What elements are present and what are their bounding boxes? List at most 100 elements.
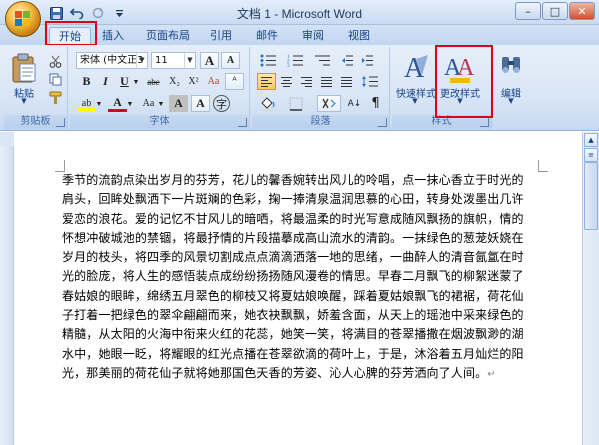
paste-icon[interactable] xyxy=(11,53,37,83)
numbering-button[interactable]: 123 xyxy=(284,52,308,69)
phonetic-guide-button[interactable]: ᴬ xyxy=(225,73,244,90)
binoculars-icon[interactable] xyxy=(499,53,523,81)
subscript-button[interactable]: X₂ xyxy=(165,73,184,90)
paragraph-line[interactable]: 爱恋的浪花。爱的记忆不甘风儿的暗哂，将最温柔的时光写意成随风飘扬的旗帜，情的 xyxy=(62,210,540,229)
chevron-down-icon[interactable]: ▼ xyxy=(136,53,147,68)
font-name-combo[interactable]: 宋体 (中文正3 ▼ xyxy=(76,52,148,69)
editing-group: 编辑 ▼ xyxy=(494,47,528,129)
paragraph-group: 123 A↓ ¶ 段落 xyxy=(252,47,390,129)
scroll-up-arrow-icon[interactable]: ▲ xyxy=(584,133,598,147)
shrink-font-button[interactable]: A xyxy=(221,52,240,69)
superscript-button[interactable]: X² xyxy=(184,73,203,90)
format-painter-icon[interactable] xyxy=(46,89,65,106)
align-center-icon xyxy=(281,75,292,89)
align-right-icon xyxy=(301,75,312,89)
cut-icon[interactable] xyxy=(46,53,65,70)
increase-indent-button[interactable] xyxy=(358,52,377,69)
character-shading-button[interactable]: A xyxy=(169,95,188,112)
tab-mailings[interactable]: 邮件 xyxy=(252,27,282,45)
minimize-button[interactable]: – xyxy=(515,2,541,20)
tab-references[interactable]: 引用 xyxy=(206,27,236,45)
close-button[interactable]: ✕ xyxy=(569,2,595,20)
chinese-layout-button[interactable] xyxy=(317,95,341,112)
ribbon: 粘贴 ▼ 剪贴板 宋体 (中文正3 ▼ 11 ▼ A A B I U ▼ abe… xyxy=(0,45,599,131)
grow-font-button[interactable]: A xyxy=(200,52,219,69)
maximize-button[interactable]: □ xyxy=(542,2,568,20)
font-name-value: 宋体 (中文正3 xyxy=(80,55,144,66)
decrease-indent-button[interactable] xyxy=(338,52,357,69)
font-color-dropdown-icon[interactable]: ▼ xyxy=(125,95,135,112)
chevron-down-icon[interactable]: ▼ xyxy=(184,53,195,68)
paragraph-line[interactable]: 子打着一把绿色的翠伞翩翩而来，她衣袂飘飘，娇羞含面，从天上的瑶池中采来绿色的 xyxy=(62,306,540,325)
paragraph-line[interactable]: 怀想冲破城池的禁锢，将最抒情的片段描摹成高山流水的清韵。一抹绿色的葱茏妖娆在 xyxy=(62,229,540,248)
paragraph-line[interactable]: 春姑娘的眼眸，绵绣五月翠色的柳枝又将夏姑娘唤醒，踩着夏姑娘飘飞的裙裾，荷花仙 xyxy=(62,287,540,306)
line-spacing-button[interactable] xyxy=(358,73,382,90)
align-center-button[interactable] xyxy=(277,73,296,90)
distributed-button[interactable] xyxy=(337,73,356,90)
vertical-ruler xyxy=(0,132,14,445)
font-size-value: 11 xyxy=(155,55,168,66)
tab-page-layout[interactable]: 页面布局 xyxy=(140,27,196,45)
document-body-text[interactable]: 季节的流韵点染出岁月的芬芳，花儿的馨香婉转出风儿的呤唱，点一抹心香立于时光的 肩头… xyxy=(62,171,540,384)
word-window: 文档 1 - Microsoft Word – □ ✕ 开始 插入 页面布局 引… xyxy=(0,0,599,445)
paragraph-line[interactable]: 光的脸庞，将人生的感悟装点成纷纷扬扬随风漫卷的情思。早春二月飘飞的柳絮迷蒙了 xyxy=(62,267,540,286)
scroll-thumb[interactable] xyxy=(584,162,598,230)
justify-button[interactable] xyxy=(317,73,336,90)
paragraph-group-label: 段落 xyxy=(252,115,389,129)
font-group: 宋体 (中文正3 ▼ 11 ▼ A A B I U ▼ abe X₂ X² Aa… xyxy=(70,47,250,129)
window-title: 文档 1 - Microsoft Word xyxy=(236,7,363,21)
clipboard-dialog-launcher[interactable] xyxy=(56,118,65,127)
paragraph-line[interactable]: 岁月的枝头，将四季的风景切割成点点滴滴洒落一地的思绪，一曲醉人的清音氤氲在时 xyxy=(62,248,540,267)
sort-button[interactable]: A↓ xyxy=(345,95,364,112)
tab-view[interactable]: 视图 xyxy=(344,27,374,45)
paragraph-line[interactable]: 精髓，从太阳的火海中衔来火红的花蕊，她笑一笑，将满目的苍翠播撒在烟波飘渺的湖 xyxy=(62,325,540,344)
tab-insert[interactable]: 插入 xyxy=(98,27,128,45)
enclose-characters-button[interactable]: 字 xyxy=(213,95,230,112)
editing-dropdown-icon[interactable]: ▼ xyxy=(504,97,518,105)
clipboard-group: 粘贴 ▼ 剪贴板 xyxy=(4,47,68,129)
paragraph-line[interactable]: 季节的流韵点染出岁月的芬芳，花儿的馨香婉转出风儿的呤唱，点一抹心香立于时光的 xyxy=(62,171,540,190)
office-logo-icon xyxy=(15,11,31,27)
strikethrough-button[interactable]: abe xyxy=(144,73,163,90)
window-controls: – □ ✕ xyxy=(515,2,595,20)
underline-dropdown-icon[interactable]: ▼ xyxy=(131,73,141,90)
highlight-dropdown-icon[interactable]: ▼ xyxy=(94,95,104,112)
quick-styles-dropdown-icon[interactable]: ▼ xyxy=(408,97,422,105)
svg-text:3: 3 xyxy=(287,64,290,67)
paragraph-mark: ↵ xyxy=(487,368,496,380)
font-size-combo[interactable]: 11 ▼ xyxy=(151,52,196,69)
paragraph-line[interactable]: 光，那美丽的荷花仙子就将她那国色天香的芳姿、沁人心脾的芬芳洒向了人间。↵ xyxy=(62,364,540,384)
tab-highlight-box xyxy=(45,21,97,46)
bullets-button[interactable] xyxy=(257,52,281,69)
change-case-dropdown-icon[interactable]: ▼ xyxy=(156,95,166,112)
shading-button[interactable] xyxy=(257,95,281,112)
multilevel-list-button[interactable] xyxy=(311,52,335,69)
clear-formatting-button[interactable]: Aa xyxy=(204,73,223,90)
quick-styles-icon[interactable]: A xyxy=(402,51,430,85)
ruler-corner[interactable] xyxy=(0,132,14,146)
ruler-toggle-icon[interactable]: ≡ xyxy=(584,148,598,162)
paste-dropdown-icon[interactable]: ▼ xyxy=(17,97,31,105)
copy-icon[interactable] xyxy=(46,71,65,88)
borders-button[interactable] xyxy=(285,95,309,112)
justify-icon xyxy=(321,75,332,89)
font-group-label: 字体 xyxy=(70,115,249,129)
paragraph-line[interactable]: 肩头，回眸处飘洒下一片斑斓的色彩，掬一捧清泉温润思慕的心田，转身处泼墨出几许 xyxy=(62,190,540,209)
vertical-scrollbar[interactable]: ▲ ≡ xyxy=(582,132,599,445)
align-right-button[interactable] xyxy=(297,73,316,90)
phonetic-guide-icon: ᴬ xyxy=(232,76,237,87)
styles-dialog-launcher[interactable] xyxy=(480,118,489,127)
change-styles-highlight-box xyxy=(435,45,493,118)
paragraph-line[interactable]: 水中，她眼一眨，将耀眼的红光点播在苍翠欲滴的荷叶上，于是，沐浴着五月灿烂的阳 xyxy=(62,345,540,364)
paragraph-dialog-launcher[interactable] xyxy=(378,118,387,127)
office-button[interactable] xyxy=(5,1,41,37)
character-border-button[interactable]: A xyxy=(191,95,210,112)
align-left-icon xyxy=(261,75,272,89)
show-marks-button[interactable]: ¶ xyxy=(366,95,385,112)
bold-button[interactable]: B xyxy=(77,73,96,90)
font-dialog-launcher[interactable] xyxy=(238,118,247,127)
distributed-icon xyxy=(341,75,352,89)
align-left-button[interactable] xyxy=(257,73,276,90)
italic-button[interactable]: I xyxy=(96,73,115,90)
tab-review[interactable]: 审阅 xyxy=(298,27,328,45)
